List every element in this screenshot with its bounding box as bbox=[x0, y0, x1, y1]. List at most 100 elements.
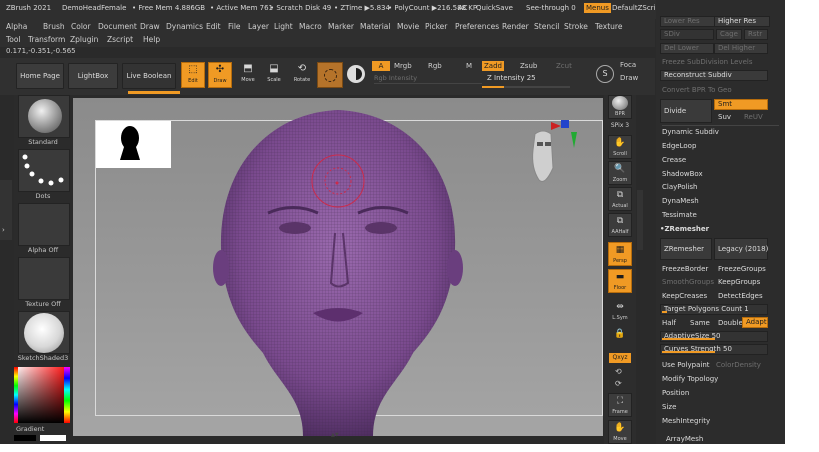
adapt-toggle[interactable]: Adapt bbox=[742, 317, 768, 328]
rotate-y-icon[interactable]: ⟲ bbox=[615, 367, 622, 376]
persp-button[interactable]: ▦ Persp bbox=[608, 242, 632, 266]
rgb-button[interactable]: Rgb bbox=[428, 62, 442, 70]
draw-size-label[interactable]: Draw bbox=[620, 74, 638, 82]
menu-help[interactable]: Help bbox=[143, 35, 160, 44]
suv-toggle[interactable]: Suv bbox=[718, 113, 731, 121]
scroll-button[interactable]: ✋ Scroll bbox=[608, 135, 632, 159]
rstr-button[interactable]: Rstr bbox=[744, 29, 768, 40]
tessimate-section[interactable]: Tessimate bbox=[662, 211, 697, 219]
spix-slider[interactable]: SPix 3 bbox=[606, 122, 634, 129]
canvas-viewport[interactable]: ▲▼ bbox=[73, 98, 603, 438]
lsym-button[interactable]: ⇹ L.Sym bbox=[608, 300, 632, 324]
actual-button[interactable]: ⧉ Actual bbox=[608, 187, 632, 211]
quicksave-button[interactable]: QuickSave bbox=[476, 4, 513, 12]
del-higher-button[interactable]: Del Higher bbox=[714, 43, 768, 54]
draw-mode-sphere-icon[interactable] bbox=[347, 65, 365, 83]
right-tray-handle[interactable] bbox=[637, 190, 643, 250]
rgb-intensity-slider[interactable]: Rgb Intensity bbox=[374, 74, 482, 84]
target-polygons-slider[interactable]: Target Polygons Count 1 bbox=[660, 304, 768, 315]
keepcreases-toggle[interactable]: KeepCreases bbox=[662, 292, 707, 300]
edgeloop-section[interactable]: EdgeLoop bbox=[662, 142, 696, 150]
menu-draw[interactable]: Draw bbox=[140, 22, 160, 31]
curves-strength-slider[interactable]: Curves Strength 50 bbox=[660, 344, 768, 355]
menu-zplugin[interactable]: Zplugin bbox=[70, 35, 98, 44]
alpha-thumbnail[interactable] bbox=[18, 203, 70, 246]
menu-picker[interactable]: Picker bbox=[425, 22, 447, 31]
menus-toggle[interactable]: Menus bbox=[584, 3, 611, 13]
menu-document[interactable]: Document bbox=[98, 22, 137, 31]
texture-thumbnail[interactable] bbox=[18, 257, 70, 300]
floor-button[interactable]: ▬ Floor bbox=[608, 269, 632, 293]
freeze-subdiv-button[interactable]: Freeze SubDivision Levels bbox=[662, 58, 752, 66]
zadd-toggle[interactable]: Zadd bbox=[482, 61, 504, 71]
lock-button[interactable]: 🔒 bbox=[608, 327, 632, 351]
menu-marker[interactable]: Marker bbox=[328, 22, 354, 31]
frame-button[interactable]: ⛶ Frame bbox=[608, 393, 632, 417]
use-polypaint-toggle[interactable]: Use Polypaint bbox=[662, 361, 710, 369]
orientation-head-gizmo[interactable] bbox=[521, 120, 581, 200]
color-picker[interactable] bbox=[14, 367, 70, 423]
scale-mode-button[interactable]: ⬓ Scale bbox=[262, 62, 286, 88]
left-tray-handle[interactable]: › bbox=[0, 180, 12, 240]
z-intensity-slider[interactable]: Z Intensity 25 bbox=[482, 74, 570, 86]
arraymesh-section[interactable]: ArrayMesh bbox=[666, 435, 703, 443]
menu-color[interactable]: Color bbox=[71, 22, 91, 31]
menu-dynamics[interactable]: Dynamics bbox=[166, 22, 203, 31]
higher-res-button[interactable]: Higher Res bbox=[714, 16, 770, 27]
lower-res-button[interactable]: Lower Res bbox=[660, 16, 716, 27]
m-button[interactable]: M bbox=[466, 62, 472, 70]
convert-bpr-button[interactable]: Convert BPR To Geo bbox=[662, 86, 732, 94]
focal-shift-label[interactable]: Foca bbox=[620, 61, 636, 69]
live-boolean-button[interactable]: Live Boolean bbox=[122, 63, 176, 89]
claypolish-section[interactable]: ClayPolish bbox=[662, 183, 698, 191]
move-view-button[interactable]: ✋ Move bbox=[608, 420, 632, 444]
crease-section[interactable]: Crease bbox=[662, 156, 686, 164]
smoothgroups-slider[interactable]: SmoothGroups bbox=[662, 278, 714, 286]
xyz-toggle[interactable]: Qxyz bbox=[609, 353, 631, 363]
half-button[interactable]: Half bbox=[662, 319, 676, 327]
menu-stencil[interactable]: Stencil bbox=[534, 22, 559, 31]
move-mode-button[interactable]: ⬒ Move bbox=[236, 62, 260, 88]
menu-stroke[interactable]: Stroke bbox=[564, 22, 588, 31]
menu-preferences[interactable]: Preferences bbox=[455, 22, 499, 31]
shadowbox-section[interactable]: ShadowBox bbox=[662, 170, 703, 178]
detectedges-toggle[interactable]: DetectEdges bbox=[718, 292, 763, 300]
menu-zscript[interactable]: Zscript bbox=[107, 35, 133, 44]
material-thumbnail[interactable] bbox=[18, 311, 70, 354]
colordensity-slider[interactable]: ColorDensity bbox=[716, 361, 761, 369]
focal-shift-icon[interactable]: S bbox=[596, 65, 614, 83]
aahalf-button[interactable]: ⧉ AAHalf bbox=[608, 213, 632, 237]
hue-strip-right[interactable] bbox=[64, 367, 70, 423]
menu-layer[interactable]: Layer bbox=[248, 22, 269, 31]
freezeborder-toggle[interactable]: FreezeBorder bbox=[662, 265, 708, 273]
menu-alpha[interactable]: Alpha bbox=[6, 22, 27, 31]
zremesher-button[interactable]: ZRemesher bbox=[660, 238, 712, 260]
secondary-color-swatch[interactable] bbox=[14, 435, 36, 441]
reconstruct-subdiv-button[interactable]: Reconstruct Subdiv bbox=[660, 70, 768, 81]
rotate-z-icon[interactable]: ⟳ bbox=[615, 379, 622, 388]
adaptive-size-slider[interactable]: AdaptiveSize 50 bbox=[660, 331, 768, 342]
sdiv-slider[interactable]: SDiv bbox=[660, 29, 714, 40]
draw-mode-button[interactable]: ✣ Draw bbox=[208, 62, 232, 88]
main-color-swatch[interactable] bbox=[40, 435, 66, 441]
menu-tool[interactable]: Tool bbox=[6, 35, 21, 44]
menu-file[interactable]: File bbox=[228, 22, 241, 31]
freezegroups-toggle[interactable]: FreezeGroups bbox=[718, 265, 766, 273]
dynamic-subdiv-section[interactable]: Dynamic Subdiv bbox=[662, 128, 719, 136]
mrgb-button[interactable]: Mrgb bbox=[394, 62, 412, 70]
edit-mode-button[interactable]: ⬚ Edit bbox=[181, 62, 205, 88]
menu-light[interactable]: Light bbox=[274, 22, 293, 31]
double-button[interactable]: Double bbox=[718, 319, 743, 327]
menu-render[interactable]: Render bbox=[502, 22, 529, 31]
bottom-tray-handle[interactable]: ▲▼ bbox=[331, 432, 347, 438]
size-section[interactable]: Size bbox=[662, 403, 676, 411]
dynamesh-section[interactable]: DynaMesh bbox=[662, 197, 699, 205]
material-swatch[interactable] bbox=[317, 62, 343, 88]
hue-strip[interactable] bbox=[14, 367, 18, 423]
del-lower-button[interactable]: Del Lower bbox=[660, 43, 714, 54]
legacy-2018-button[interactable]: Legacy (2018) bbox=[714, 238, 768, 260]
bpr-button[interactable]: BPR bbox=[608, 95, 632, 119]
menu-brush[interactable]: Brush bbox=[43, 22, 65, 31]
menu-movie[interactable]: Movie bbox=[397, 22, 419, 31]
menu-transform[interactable]: Transform bbox=[28, 35, 65, 44]
